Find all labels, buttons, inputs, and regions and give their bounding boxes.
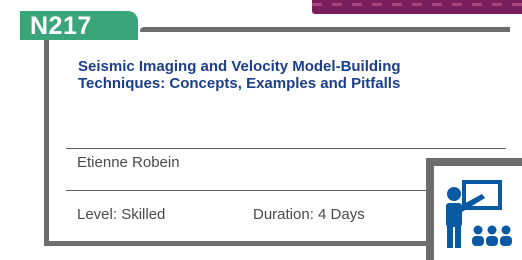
instructor-name: Etienne Robein (77, 154, 180, 171)
course-title-line-1: Seismic Imaging and Velocity Model-Build… (78, 58, 401, 75)
card-bottom-border (44, 241, 432, 246)
course-duration: Duration: 4 Days (253, 206, 365, 223)
course-title: Seismic Imaging and Velocity Model-Build… (78, 58, 478, 92)
card-left-border (44, 40, 49, 246)
teacher-presentation-icon (434, 166, 522, 260)
card-top-border (140, 27, 510, 32)
course-title-line-2: Techniques: Concepts, Examples and Pitfa… (78, 75, 401, 92)
top-banner (312, 0, 522, 14)
divider-line (66, 148, 506, 149)
top-banner-stripe (312, 3, 522, 6)
course-code: N217 (30, 12, 92, 40)
course-level: Level: Skilled (77, 206, 166, 223)
